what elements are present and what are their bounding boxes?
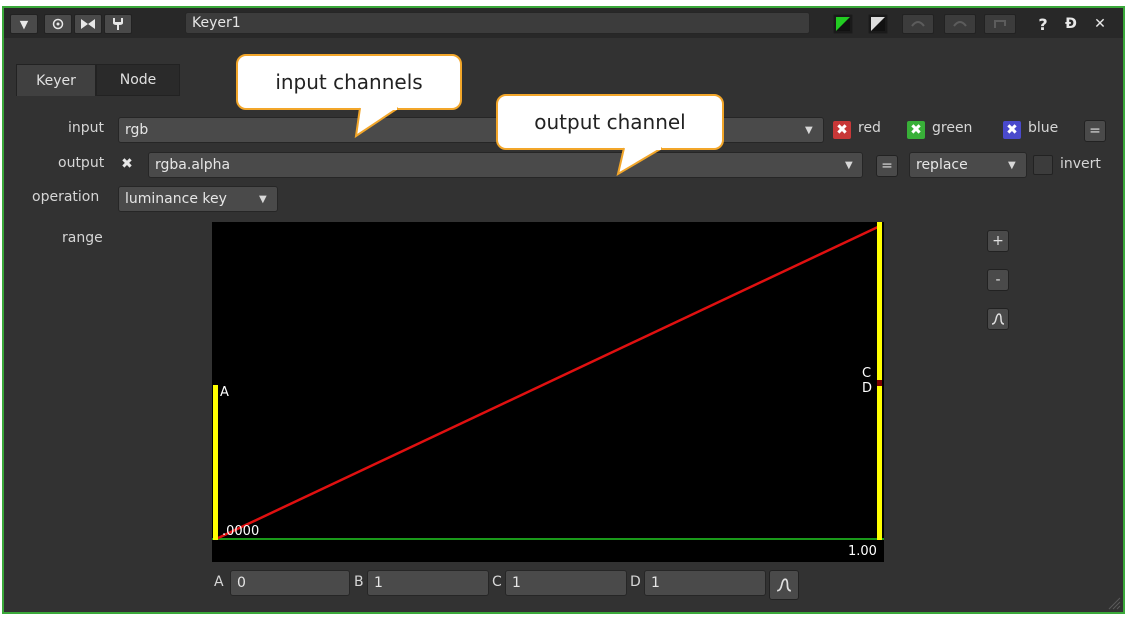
output-label: output <box>58 155 105 171</box>
target-icon[interactable] <box>44 14 72 34</box>
panel-titlebar: ▼ Keyer1 ? Ɖ ✕ <box>4 8 1123 38</box>
merge-operation-value: replace <box>916 157 968 173</box>
input-channels-value: rgb <box>125 122 149 138</box>
marker-d-label: D <box>862 381 873 396</box>
chevron-down-icon: ▼ <box>1008 160 1016 171</box>
red-channel-checkbox[interactable]: ✖ <box>833 121 851 139</box>
float-icon[interactable]: Ɖ <box>1062 14 1080 34</box>
input-equals-button[interactable]: = <box>1084 120 1106 142</box>
node-name-field[interactable]: Keyer1 <box>185 12 810 34</box>
key-curve-line <box>215 224 881 541</box>
operation-value: luminance key <box>125 191 227 207</box>
blue-channel-checkbox[interactable]: ✖ <box>1003 121 1021 139</box>
range-a-label: A <box>214 574 224 590</box>
output-channel-callout: output channel <box>496 94 724 150</box>
output-callout-pointer <box>616 146 663 177</box>
chevron-down-icon: ▼ <box>259 194 267 205</box>
range-a-field[interactable]: 0 <box>230 570 350 596</box>
marker-a-label: A <box>220 385 229 400</box>
range-label: range <box>62 230 103 246</box>
invert-checkbox[interactable] <box>1033 155 1053 175</box>
range-c-field[interactable]: 1 <box>505 570 627 596</box>
input-channels-callout: input channels <box>236 54 462 110</box>
properties-panel: ▼ Keyer1 ? Ɖ ✕ Keyer Node input rgb ▼ ✖ … <box>2 6 1125 614</box>
range-d-label: D <box>630 574 641 590</box>
bowtie-icon[interactable] <box>74 14 102 34</box>
range-b-field[interactable]: 1 <box>367 570 489 596</box>
operation-dropdown[interactable]: luminance key ▼ <box>118 186 278 212</box>
range-c-label: C <box>492 574 502 590</box>
output-equals-button[interactable]: = <box>876 155 898 177</box>
redo-icon[interactable] <box>944 14 976 34</box>
smooth-curve-icon[interactable] <box>769 570 799 600</box>
merge-operation-dropdown[interactable]: replace ▼ <box>909 152 1027 178</box>
zoom-out-button[interactable]: - <box>987 269 1009 291</box>
help-icon[interactable]: ? <box>1034 14 1052 34</box>
white-swatch-icon[interactable] <box>868 14 888 34</box>
close-icon[interactable]: ✕ <box>1090 14 1110 34</box>
smooth-curve-icon[interactable] <box>987 308 1009 330</box>
x-end-label: 1.00 <box>848 544 877 559</box>
output-channel-callout-text: output channel <box>534 110 686 134</box>
zoom-in-button[interactable]: + <box>987 230 1009 252</box>
range-d-field[interactable]: 1 <box>644 570 766 596</box>
x-start-label: .0000 <box>222 524 260 539</box>
undo-icon[interactable] <box>902 14 934 34</box>
input-channels-callout-text: input channels <box>275 70 423 94</box>
range-b-label: B <box>354 574 364 590</box>
green-swatch-icon[interactable] <box>833 14 853 34</box>
invert-label: invert <box>1060 156 1101 172</box>
resize-grip-icon[interactable] <box>1107 596 1121 610</box>
green-channel-label: green <box>932 120 973 136</box>
handle-cd-bar-top[interactable] <box>877 222 882 380</box>
marker-c-label: C <box>862 366 872 381</box>
wrench-icon[interactable] <box>104 14 132 34</box>
output-channel-value: rgba.alpha <box>155 157 231 173</box>
tab-keyer[interactable]: Keyer <box>16 64 96 96</box>
handle-a-bar[interactable] <box>213 385 218 540</box>
range-curve-editor[interactable]: A C D .0000 1.00 <box>212 222 884 562</box>
range-curve-graph <box>212 222 884 541</box>
chevron-down-icon: ▼ <box>845 160 853 171</box>
input-callout-pointer <box>354 106 399 139</box>
collapse-icon[interactable]: ▼ <box>10 14 38 34</box>
revert-icon[interactable] <box>984 14 1016 34</box>
input-label: input <box>68 120 105 136</box>
handle-cd-marker <box>877 380 882 386</box>
output-enable-checkbox[interactable]: ✖ <box>118 155 136 173</box>
blue-channel-label: blue <box>1028 120 1059 136</box>
red-channel-label: red <box>858 120 881 136</box>
tab-node[interactable]: Node <box>96 64 180 96</box>
operation-label: operation <box>32 189 100 205</box>
chevron-down-icon: ▼ <box>805 125 813 136</box>
green-channel-checkbox[interactable]: ✖ <box>907 121 925 139</box>
handle-cd-bar-bottom[interactable] <box>877 386 882 540</box>
output-channel-dropdown[interactable]: rgba.alpha ▼ <box>148 152 863 178</box>
